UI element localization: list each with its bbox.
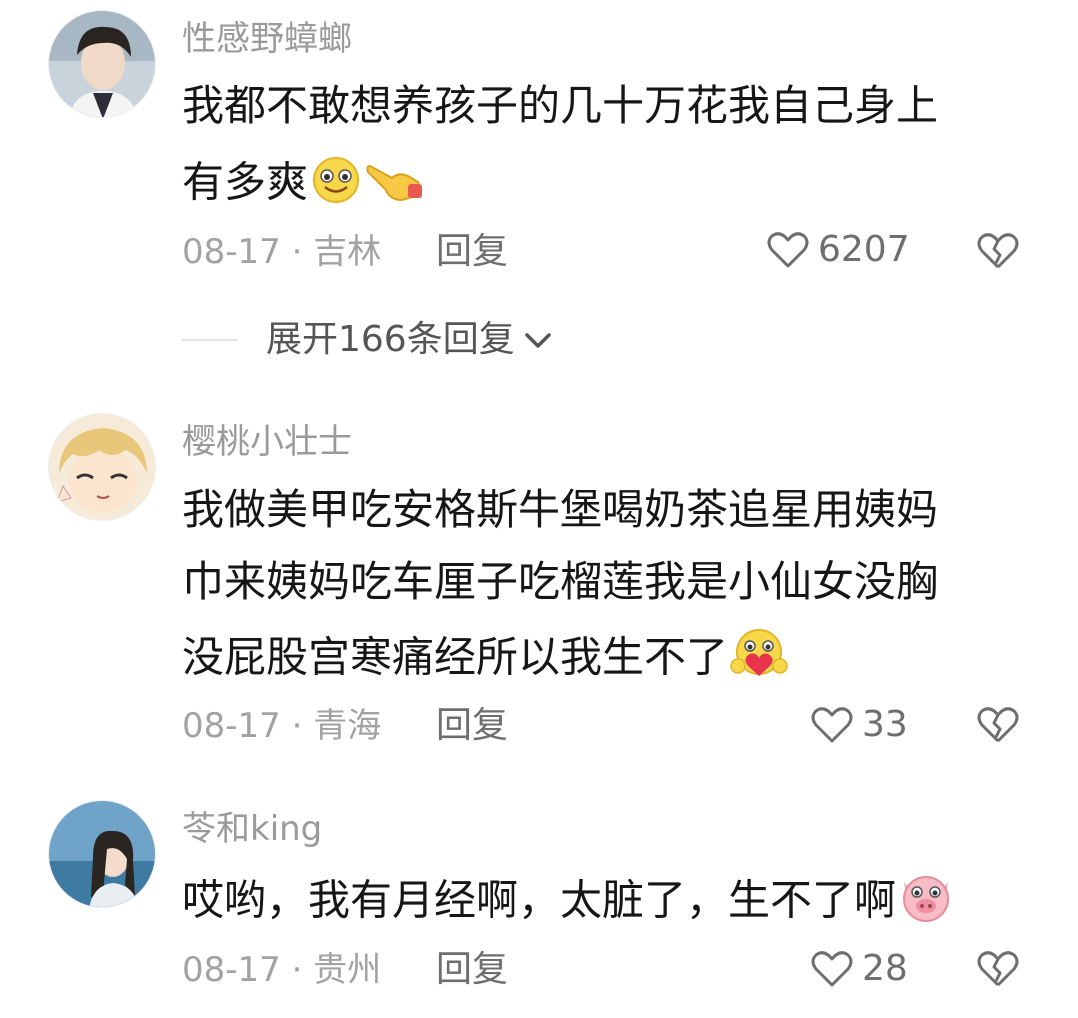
username[interactable]: 樱桃小壮士 <box>182 422 352 462</box>
like-count: 33 <box>862 704 908 745</box>
comment-text: 哎哟，我有月经啊，太脏了，生不了啊 <box>182 875 897 925</box>
username[interactable]: 苓和king <box>182 809 322 849</box>
comment-text-line: 没屁股宫寒痛经所以我生不了 <box>182 628 790 692</box>
heart-icon <box>811 707 853 743</box>
smiling-face-emoji <box>308 154 364 216</box>
like-button[interactable]: 6207 <box>766 230 910 270</box>
broken-heart-icon <box>977 951 1019 987</box>
like-count: 28 <box>862 948 908 989</box>
date-location: 08-17 · 吉林 <box>182 232 382 272</box>
avatar[interactable] <box>48 413 156 521</box>
expand-replies[interactable]: 展开166条回复 <box>182 318 555 362</box>
comment-text-line: 我做美甲吃安格斯牛堡喝奶茶追星用姨妈 <box>182 485 939 534</box>
expand-replies-label[interactable]: 展开166条回复 <box>266 318 515 362</box>
broken-heart-icon <box>977 707 1019 743</box>
chevron-down-icon <box>524 333 551 348</box>
like-button[interactable]: 33 <box>810 705 908 745</box>
username[interactable]: 性感野蟑螂 <box>182 19 352 59</box>
pointing-hand-emoji <box>364 154 428 216</box>
dislike-button[interactable] <box>976 703 1020 747</box>
comment-text-line: 巾来姨妈吃车厘子吃榴莲我是小仙女没胸 <box>182 557 939 606</box>
like-button[interactable]: 28 <box>810 949 908 989</box>
comment-text-line: 哎哟，我有月经啊，太脏了，生不了啊 <box>182 872 956 934</box>
reply-button[interactable]: 回复 <box>436 232 508 272</box>
avatar[interactable] <box>48 800 156 908</box>
heart-hug-emoji <box>728 628 790 692</box>
avatar[interactable] <box>48 10 156 118</box>
comment-text-line: 有多爽 <box>182 154 428 216</box>
reply-button[interactable]: 回复 <box>436 706 508 746</box>
pig-face-emoji <box>896 872 956 934</box>
broken-heart-icon <box>977 233 1019 269</box>
divider-line <box>182 339 238 341</box>
dislike-button[interactable] <box>976 229 1020 273</box>
heart-icon <box>767 232 809 268</box>
dislike-button[interactable] <box>976 947 1020 991</box>
comment-text-line: 我都不敢想养孩子的几十万花我自己身上 <box>182 81 939 130</box>
date-location: 08-17 · 青海 <box>182 706 382 746</box>
comment-text: 没屁股宫寒痛经所以我生不了 <box>182 632 729 682</box>
reply-button[interactable]: 回复 <box>436 950 508 990</box>
heart-icon <box>811 951 853 987</box>
comment-text: 有多爽 <box>182 157 309 207</box>
like-count: 6207 <box>818 229 910 270</box>
date-location: 08-17 · 贵州 <box>182 950 382 990</box>
